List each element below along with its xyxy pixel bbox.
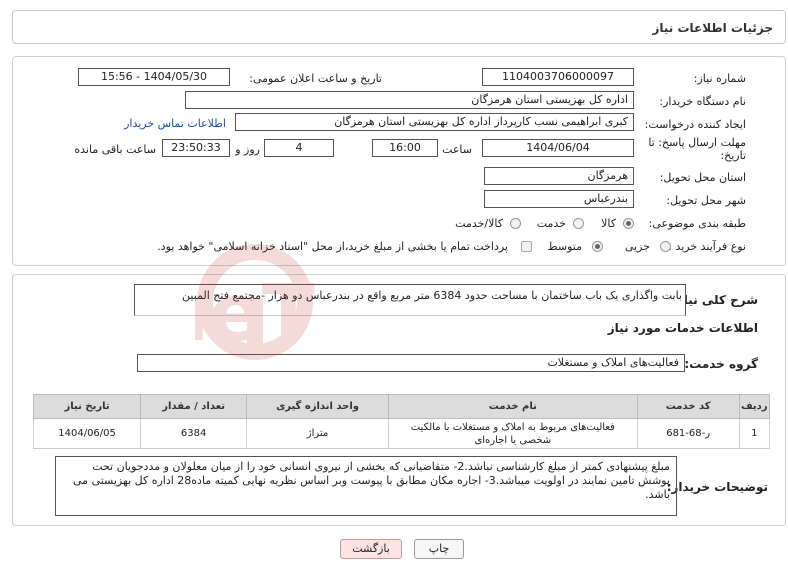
announce-label: تاریخ و ساعت اعلان عمومی: <box>249 72 382 85</box>
category-both-label: کالا/خدمت <box>455 217 503 230</box>
days-label: روز و <box>235 143 260 156</box>
services-section-title: اطلاعات خدمات مورد نیاز <box>607 321 758 335</box>
city-field[interactable]: بندرعباس <box>484 190 634 208</box>
province-field[interactable]: هرمزگان <box>484 167 634 185</box>
col-code: کد خدمت <box>636 394 740 419</box>
print-button[interactable]: چاپ <box>414 539 464 559</box>
province-label: استان محل تحویل: <box>659 171 746 184</box>
announce-field[interactable]: 1404/05/30 - 15:56 <box>78 68 230 86</box>
process-label: نوع فرآیند خرید : <box>668 240 746 253</box>
col-date: تاریخ نیاز <box>32 394 142 419</box>
days-field: 4 <box>264 139 334 157</box>
city-label: شهر محل تحویل: <box>666 194 746 207</box>
category-label: طبقه بندی موضوعی: <box>648 217 746 230</box>
process-minor-label: جزیی <box>624 240 650 253</box>
contact-info-link[interactable]: اطلاعات تماس خریدار <box>124 117 226 130</box>
cell-row: 1 <box>738 418 771 449</box>
service-group-label: گروه خدمت: <box>684 357 758 371</box>
back-button[interactable]: بازگشت <box>340 539 402 559</box>
need-number-label: شماره نیاز: <box>693 72 746 85</box>
remaining-label: ساعت باقی مانده <box>74 143 156 156</box>
cell-unit: متراژ <box>246 418 389 449</box>
table-header-row: ردیف کد خدمت نام خدمت واحد اندازه گیری ت… <box>32 394 771 419</box>
deadline-label: مهلت ارسال پاسخ: تا تاریخ: <box>648 136 746 162</box>
process-medium-radio[interactable] <box>592 241 603 252</box>
deadline-time-field[interactable]: 16:00 <box>372 139 438 157</box>
cell-code: ر-68-681 <box>636 418 740 449</box>
cell-name: فعالیت‌های مربوط به املاک و مستغلات با م… <box>387 418 638 449</box>
remaining-time-field: 23:50:33 <box>162 139 230 157</box>
buyer-notes-box[interactable]: مبلغ پیشنهادی کمتر از مبلغ کارشناسی نباش… <box>55 456 677 516</box>
col-name: نام خدمت <box>387 394 638 419</box>
col-unit: واحد اندازه گیری <box>246 394 389 419</box>
time-label: ساعت <box>442 143 472 156</box>
services-table: ردیف کد خدمت نام خدمت واحد اندازه گیری ت… <box>32 394 771 449</box>
category-service-label: خدمت <box>536 217 566 230</box>
category-both-radio[interactable] <box>510 218 521 229</box>
table-row: 1 ر-68-681 فعالیت‌های مربوط به املاک و م… <box>32 418 771 449</box>
buyer-org-label: نام دستگاه خریدار: <box>659 95 746 108</box>
deadline-date-field[interactable]: 1404/06/04 <box>482 139 634 157</box>
creator-field[interactable]: کبری ابراهیمی نسب کارپرداز اداره کل بهزی… <box>235 113 634 131</box>
treasury-checkbox[interactable] <box>521 241 532 252</box>
col-qty: تعداد / مقدار <box>140 394 248 419</box>
category-service-radio[interactable] <box>573 218 584 229</box>
service-group-field[interactable]: فعالیت‌های املاک و مستغلات <box>137 354 685 372</box>
creator-label: ایجاد کننده درخواست: <box>644 118 746 131</box>
process-minor-radio[interactable] <box>660 241 671 252</box>
payment-note: پرداخت تمام یا بخشی از مبلغ خرید،از محل … <box>157 240 508 253</box>
cell-qty: 6384 <box>140 418 248 449</box>
cell-date: 1404/06/05 <box>32 418 142 449</box>
need-number-field[interactable]: 1104003706000097 <box>482 68 634 86</box>
page-title: جزئیات اطلاعات نیاز <box>652 21 773 35</box>
col-row: ردیف <box>738 394 771 419</box>
process-medium-label: متوسط <box>547 240 582 253</box>
category-goods-label: کالا <box>601 217 616 230</box>
page-header: جزئیات اطلاعات نیاز <box>12 10 786 44</box>
buyer-notes-label: توضیحات خریدار: <box>666 480 768 494</box>
category-goods-radio[interactable] <box>623 218 634 229</box>
summary-text: بابت واگذاری یک باب ساختمان با مساحت حدو… <box>182 289 682 302</box>
buyer-org-field[interactable]: اداره کل بهزیستی استان هرمزگان <box>185 91 634 109</box>
